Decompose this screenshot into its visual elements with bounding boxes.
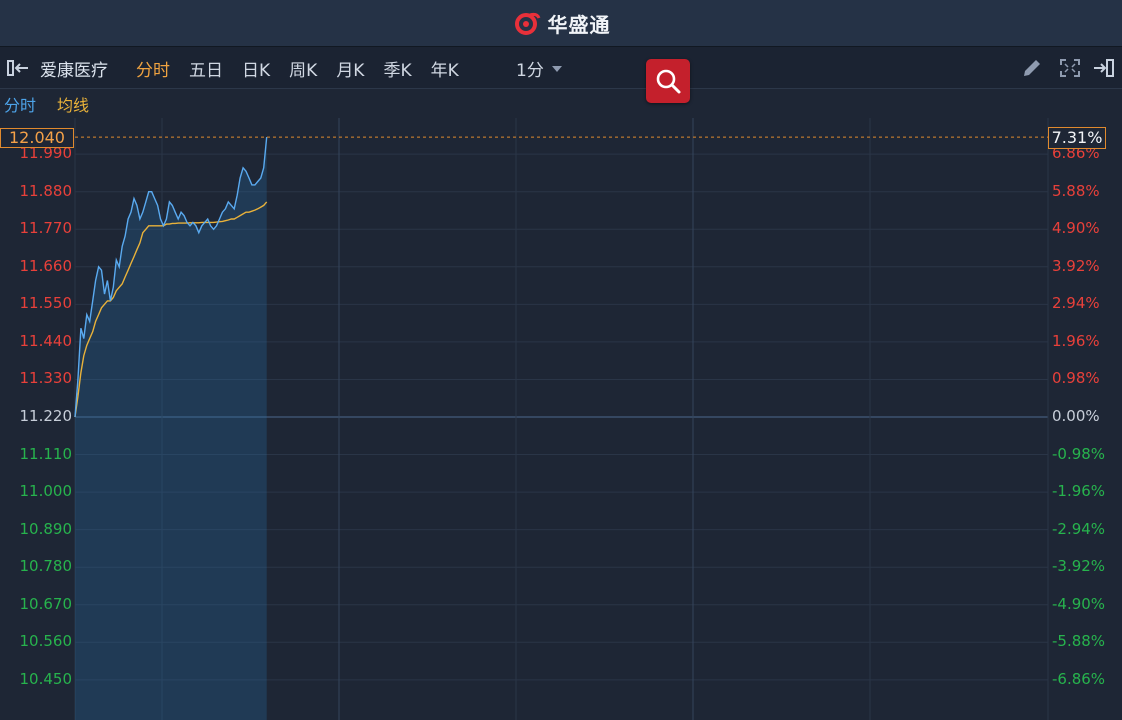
y-axis-price-label: 11.770 — [19, 219, 73, 238]
y-axis-price-label: 10.670 — [19, 594, 73, 613]
y-axis-price-label: 10.450 — [19, 669, 73, 688]
y-axis-price-label: 11.880 — [19, 181, 73, 200]
y-axis-percent-label: -4.90% — [1052, 594, 1106, 613]
current-price-tag: 12.040 — [0, 128, 74, 148]
chevron-down-icon — [551, 65, 562, 72]
tab-yearly-k[interactable]: 年K — [431, 56, 459, 81]
interval-value: 1分 — [516, 61, 544, 81]
y-axis-percent-label: 1.96% — [1052, 331, 1100, 350]
y-axis-price-label: 11.000 — [19, 482, 73, 501]
tab-five-day[interactable]: 五日 — [189, 56, 223, 81]
y-axis-percent-label: 2.94% — [1052, 294, 1100, 313]
chart-canvas — [74, 118, 1049, 720]
price-area-fill — [75, 137, 267, 720]
y-axis-percent-label: 0.98% — [1052, 369, 1100, 388]
y-axis-price-label: 11.330 — [19, 369, 73, 388]
y-axis-price-label: 10.890 — [19, 519, 73, 538]
y-axis-percent-label: -6.86% — [1052, 669, 1106, 688]
y-axis-price-label: 11.220 — [19, 407, 73, 425]
y-axis-percent-label: -0.98% — [1052, 444, 1106, 463]
y-axis-price-label: 11.440 — [19, 331, 73, 350]
y-axis-percent-label: -1.96% — [1052, 482, 1106, 501]
title-bar: 华盛通 — [0, 0, 1122, 47]
y-axis-percent-label: -5.88% — [1052, 632, 1106, 651]
tab-daily-k[interactable]: 日K — [242, 56, 270, 81]
y-axis-price-label: 10.780 — [19, 557, 73, 576]
price-chart[interactable]: 11.990 11.880 11.770 11.660 11.550 11.440 11.3… — [0, 118, 1122, 720]
y-axis-price-label: 11.550 — [19, 294, 73, 313]
y-axis-percent-label: -3.92% — [1052, 557, 1106, 576]
y-axis-percent-label: -2.94% — [1052, 519, 1106, 538]
period-tabs: 分时 五日 日K 周K 月K 季K 年K — [136, 56, 478, 81]
interval-select[interactable]: 1分 — [516, 56, 562, 81]
legend-timeshare: 分时 — [4, 96, 37, 115]
expand-panel-icon[interactable] — [1092, 57, 1116, 79]
tab-timeshare[interactable]: 分时 — [136, 56, 170, 81]
current-change-tag: 7.31% — [1048, 127, 1106, 149]
collapse-sidebar-icon[interactable] — [6, 58, 30, 78]
stock-name: 爱康医疗 — [40, 61, 108, 81]
legend-average: 均线 — [57, 96, 90, 115]
chart-legend: 分时 均线 — [0, 89, 1122, 117]
y-axis-percent-label: 5.88% — [1052, 181, 1100, 200]
search-button[interactable] — [646, 59, 690, 103]
tab-monthly-k[interactable]: 月K — [336, 56, 364, 81]
y-axis-price-label: 10.560 — [19, 632, 73, 651]
y-axis-percent-label: 0.00% — [1052, 407, 1100, 425]
search-icon — [656, 69, 681, 94]
y-axis-price-label: 11.660 — [19, 256, 73, 275]
y-axis-price-label: 11.110 — [19, 444, 73, 463]
tab-quarterly-k[interactable]: 季K — [383, 56, 411, 81]
pencil-icon[interactable] — [1020, 57, 1044, 79]
fullscreen-icon[interactable] — [1058, 57, 1082, 79]
y-axis-percent-label: 4.90% — [1052, 219, 1100, 238]
tab-weekly-k[interactable]: 周K — [289, 56, 317, 81]
brand-name: 华盛通 — [547, 12, 611, 37]
brand: 华盛通 — [512, 9, 611, 38]
toolbar: 爱康医疗 分时 五日 日K 周K 月K 季K 年K 1分 — [0, 47, 1122, 89]
brand-logo-icon — [514, 12, 540, 35]
y-axis-percent-label: 3.92% — [1052, 256, 1100, 275]
